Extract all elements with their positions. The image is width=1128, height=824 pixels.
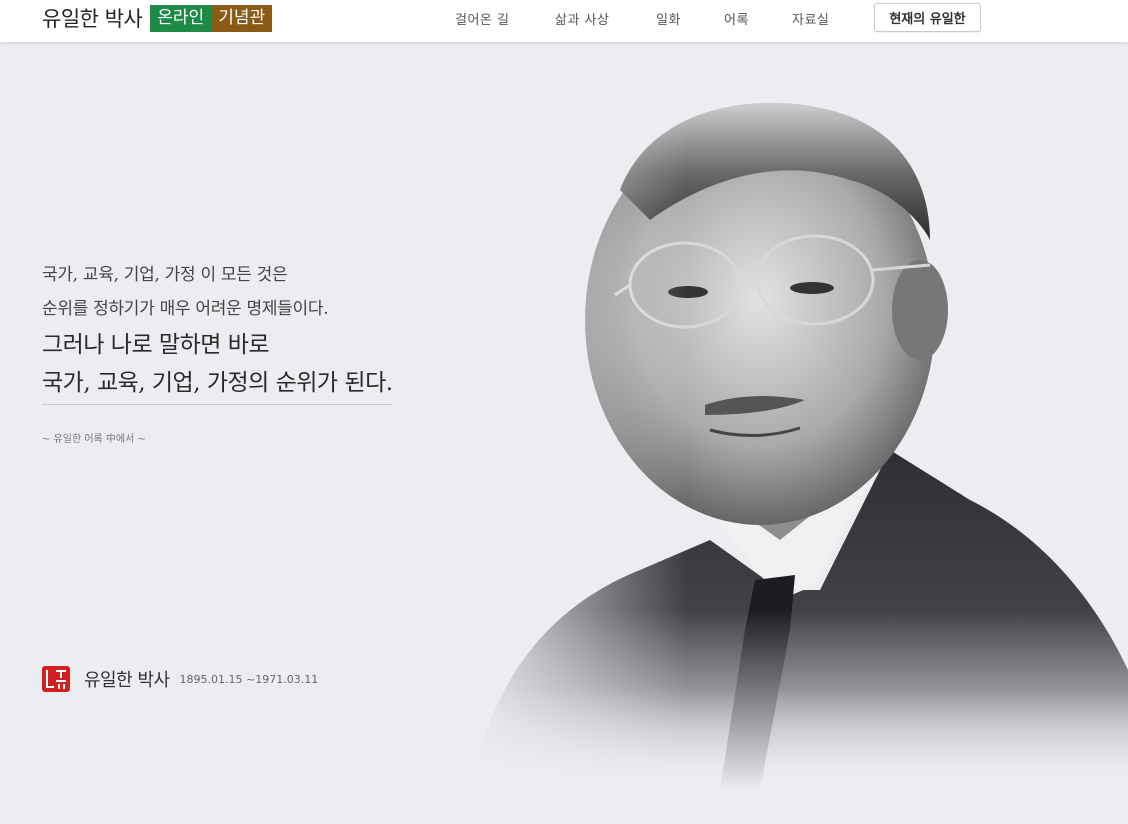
signature-name: 유일한 박사 [84, 670, 170, 691]
signature-dates: 1895.01.15 ~1971.03.11 [179, 672, 319, 686]
featured-quote: 국가, 교육, 기업, 가정 이 모든 것은 순위를 정하기가 매우 어려운 명… [42, 258, 393, 405]
quote-line-3: 그러나 나로 말하면 바로 [42, 332, 270, 358]
site-header: 유일한 박사 온라인 기념관 걸어온 길 삶과 사상 일화 어록 자료실 현재의… [0, 0, 1128, 42]
portrait-image [450, 70, 1128, 790]
quote-source: ~ 유일한 어록 中에서 ~ [42, 434, 146, 445]
nav-item-anecdotes[interactable]: 일화 [656, 9, 681, 28]
quote-line-2: 순위를 정하기가 매우 어려운 명제들이다. [42, 299, 329, 319]
site-logo[interactable]: 유일한 박사 온라인 기념관 [42, 4, 273, 32]
quote-line-4: 국가, 교육, 기업, 가정의 순위가 된다. [42, 364, 393, 405]
seal-icon [42, 666, 70, 692]
logo-name: 유일한 박사 [42, 7, 143, 31]
signature: 유일한 박사 1895.01.15 ~1971.03.11 [42, 666, 318, 692]
current-yuilhan-button[interactable]: 현재의 유일한 [874, 3, 981, 32]
nav-item-archive[interactable]: 자료실 [792, 9, 829, 28]
quote-line-1: 국가, 교육, 기업, 가정 이 모든 것은 [42, 265, 288, 285]
logo-tag-museum: 기념관 [211, 4, 273, 32]
logo-tag-online: 온라인 [150, 4, 212, 32]
nav-item-sayings[interactable]: 어록 [724, 9, 749, 28]
nav-item-life-philosophy[interactable]: 삶과 사상 [555, 9, 609, 28]
nav-item-history[interactable]: 걸어온 길 [455, 9, 509, 28]
